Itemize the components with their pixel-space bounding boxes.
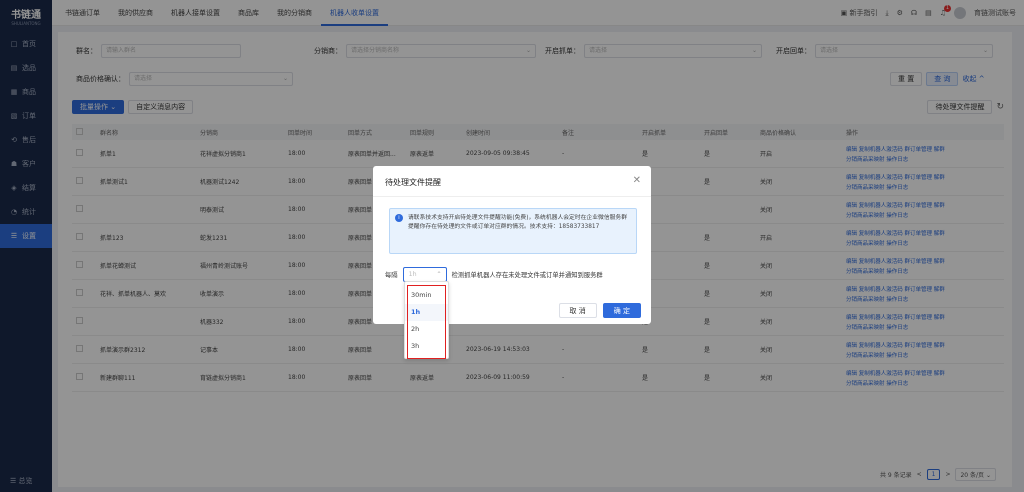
confirm-button[interactable]: 确 定: [602, 303, 641, 318]
dialog-title: 待处理文件提醒: [385, 178, 441, 187]
dialog-divider: [373, 196, 651, 197]
info-alert: i 请联系技术支持开启待处理文件提醒功能(免费)，系统机器人会定时在企业微信服务…: [389, 208, 637, 254]
interval-label: 每隔: [385, 272, 398, 279]
highlight-box: [407, 285, 446, 359]
info-text: 请联系技术支持开启待处理文件提醒功能(免费)，系统机器人会定时在企业微信服务群提…: [408, 215, 628, 230]
cancel-button[interactable]: 取 消: [558, 303, 597, 318]
interval-description: 检测抓单机器人存在未处理文件或订单并通知到服务群: [451, 272, 603, 279]
info-icon: i: [395, 214, 403, 222]
close-icon[interactable]: ✕: [633, 175, 641, 186]
interval-dropdown: 30min 1h 2h 3h: [404, 281, 449, 359]
interval-select[interactable]: 1h ⌃: [402, 267, 447, 282]
